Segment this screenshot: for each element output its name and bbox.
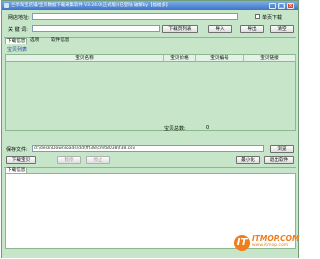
title-bar: 兰亭淘宝店铺/宝贝数据下载采集软件 V3.24.0(正式版)(已登陆 破解by【…: [2, 1, 298, 10]
single-page-checkbox[interactable]: [255, 14, 260, 19]
watermark-url: www.itmop.com: [252, 243, 289, 248]
save-file-label: 保存文件:: [6, 147, 28, 153]
keyword-label: 关 键 词:: [8, 27, 28, 33]
app-window: 兰亭淘宝店铺/宝贝数据下载采集软件 V3.24.0(正式版)(已登陆 破解by【…: [1, 0, 300, 258]
column-header-name[interactable]: 宝贝名称: [6, 55, 164, 62]
tab-software-info[interactable]: 软件信息: [50, 38, 70, 44]
download-products-button[interactable]: 下载宝贝: [6, 156, 36, 164]
save-path-input[interactable]: d:\desk\Downloads\dd\fff38\cmt8038\f38.c…: [32, 145, 264, 152]
single-page-label: 单页下载: [262, 15, 283, 21]
table-header: 宝贝名称 宝贝价格 宝贝编号 宝贝链接: [6, 55, 296, 62]
product-table[interactable]: 宝贝名称 宝贝价格 宝贝编号 宝贝链接 宝贝总数: 0: [5, 54, 296, 132]
app-icon: [4, 3, 9, 8]
watermark-logo: IT ITMOP.COM www.itmop.com: [234, 234, 300, 252]
tab-options[interactable]: 选项: [29, 38, 40, 44]
shop-url-input[interactable]: [32, 13, 238, 20]
stop-button[interactable]: 停止: [86, 156, 110, 164]
exit-software-button[interactable]: 退出软件: [264, 156, 294, 164]
separator: [4, 167, 296, 168]
column-header-id[interactable]: 宝贝编号: [196, 55, 244, 62]
export-button[interactable]: 导出: [240, 25, 264, 33]
total-count-value: 0: [206, 125, 210, 131]
minimize-button[interactable]: 最小化: [236, 156, 260, 164]
minimize-window-button[interactable]: _: [269, 2, 276, 9]
logo-mark-icon: IT: [234, 235, 250, 251]
tab-download-info[interactable]: 下载信息: [5, 38, 28, 44]
total-count-label: 宝贝总数:: [164, 126, 186, 132]
clear-button[interactable]: 清空: [270, 25, 294, 33]
import-button[interactable]: 导入: [208, 25, 232, 33]
watermark-brand: ITMOP.COM: [252, 234, 300, 243]
window-title: 兰亭淘宝店铺/宝贝数据下载采集软件 V3.24.0(正式版)(已登陆 破解by【…: [11, 3, 171, 8]
shop-url-label: 网店地址:: [8, 15, 30, 21]
column-header-link[interactable]: 宝贝链接: [244, 55, 296, 62]
download-page-list-button[interactable]: 下载页列表: [162, 25, 198, 33]
column-header-price[interactable]: 宝贝价格: [164, 55, 196, 62]
browse-button[interactable]: 浏览: [270, 145, 294, 153]
maximize-window-button[interactable]: □: [278, 2, 285, 9]
keyword-input[interactable]: [32, 25, 160, 32]
close-window-button[interactable]: ×: [287, 2, 294, 9]
pause-button[interactable]: 暂停: [57, 156, 81, 164]
product-list-label: 宝贝列表: [7, 47, 28, 53]
separator: [4, 37, 296, 38]
